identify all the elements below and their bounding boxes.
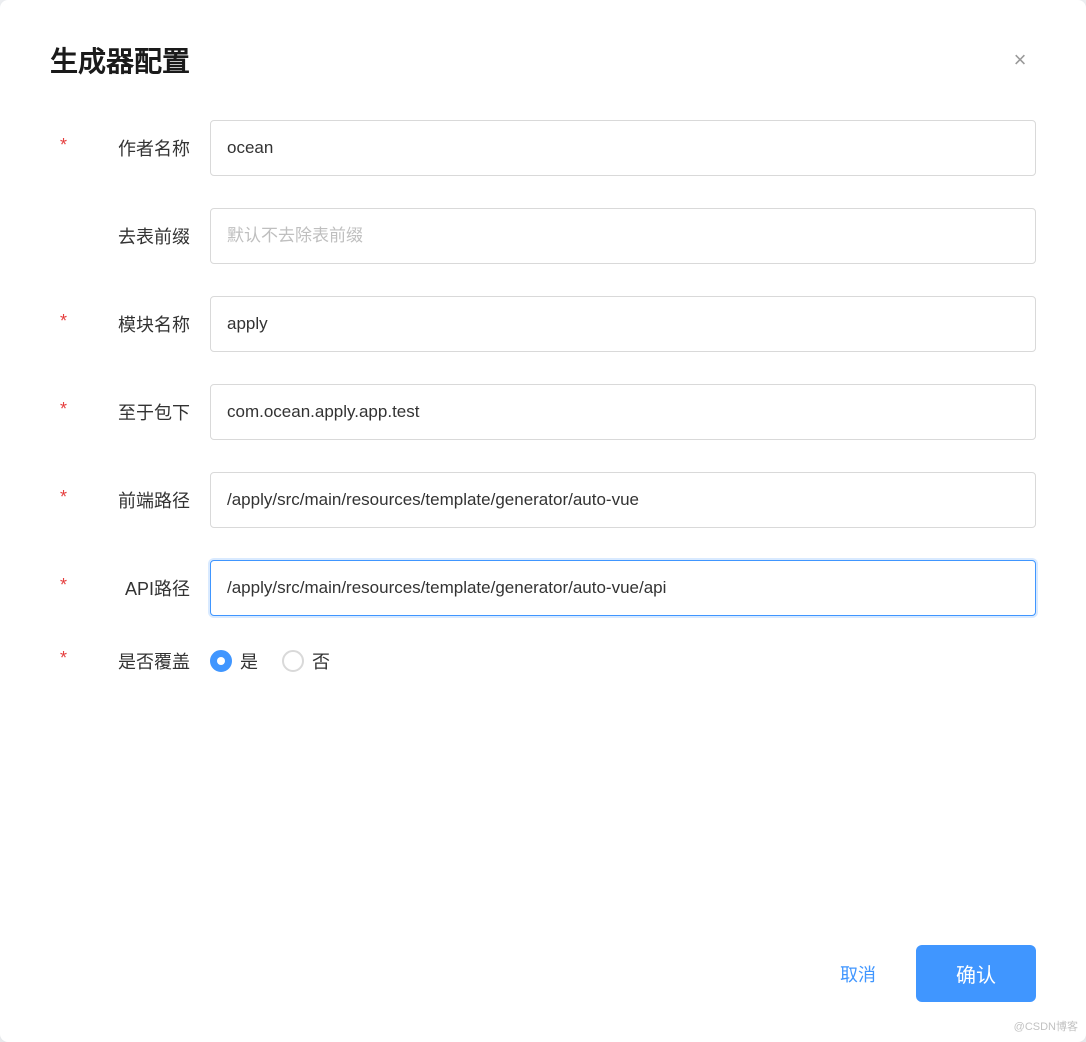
dialog-header: 生成器配置 × (50, 40, 1036, 80)
module-name-row: 模块名称 (50, 296, 1036, 352)
overwrite-no-radio[interactable] (282, 650, 304, 672)
overwrite-radio-group: 是 否 (210, 648, 330, 674)
watermark: @CSDN博客 (1014, 1018, 1078, 1034)
package-row: 至于包下 (50, 384, 1036, 440)
overwrite-label: 是否覆盖 (50, 648, 210, 674)
overwrite-yes-label: 是 (240, 648, 258, 674)
dialog-footer: 取消 确认 (820, 945, 1036, 1002)
author-input[interactable] (210, 120, 1036, 176)
author-row: 作者名称 (50, 120, 1036, 176)
table-prefix-input[interactable] (210, 208, 1036, 264)
api-path-input[interactable] (210, 560, 1036, 616)
overwrite-yes-radio[interactable] (210, 650, 232, 672)
overwrite-no-label: 否 (312, 648, 330, 674)
table-prefix-row: 去表前缀 (50, 208, 1036, 264)
overwrite-no-option[interactable]: 否 (282, 648, 330, 674)
api-path-label: API路径 (50, 575, 210, 601)
package-input[interactable] (210, 384, 1036, 440)
table-prefix-label: 去表前缀 (50, 223, 210, 249)
generator-config-dialog: 生成器配置 × 作者名称 去表前缀 模块名称 至于包下 前端路径 API路径 是… (0, 0, 1086, 1042)
frontend-path-row: 前端路径 (50, 472, 1036, 528)
frontend-path-label: 前端路径 (50, 487, 210, 513)
overwrite-row: 是否覆盖 是 否 (50, 648, 1036, 674)
confirm-button[interactable]: 确认 (916, 945, 1036, 1002)
module-name-label: 模块名称 (50, 311, 210, 337)
author-label: 作者名称 (50, 135, 210, 161)
overwrite-yes-option[interactable]: 是 (210, 648, 258, 674)
module-name-input[interactable] (210, 296, 1036, 352)
api-path-row: API路径 (50, 560, 1036, 616)
dialog-title: 生成器配置 (50, 40, 190, 80)
close-button[interactable]: × (1004, 44, 1036, 76)
package-label: 至于包下 (50, 399, 210, 425)
frontend-path-input[interactable] (210, 472, 1036, 528)
cancel-button[interactable]: 取消 (820, 951, 896, 997)
